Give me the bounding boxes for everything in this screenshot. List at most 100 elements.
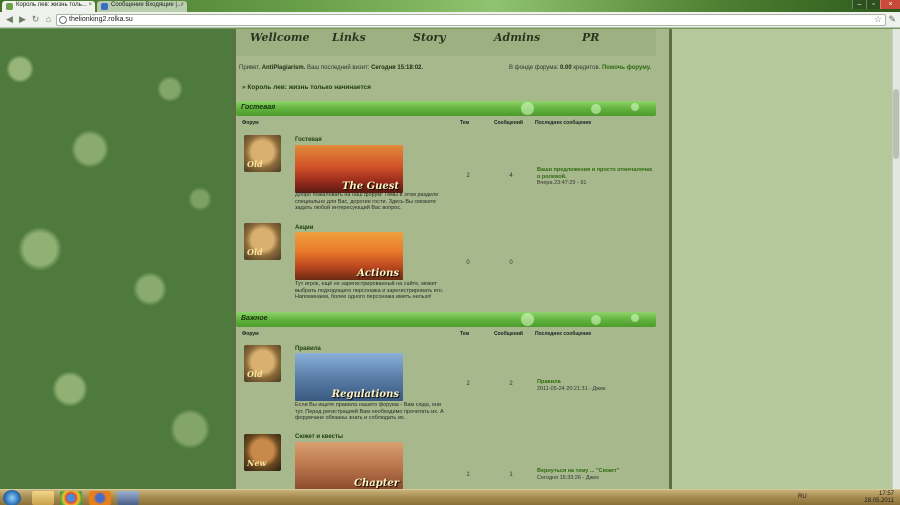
fund-label: В фонде форума: (509, 65, 559, 71)
decor-bubble (591, 315, 601, 325)
explorer-icon[interactable] (32, 491, 54, 505)
forum-row: Old Правила Regulations Если Вы ищете пр… (236, 340, 656, 430)
firefox-icon[interactable] (89, 491, 111, 505)
forum-status-icon: Old (244, 135, 281, 172)
wrench-icon[interactable]: ✎ (888, 14, 896, 25)
maximize-icon[interactable]: ▫ (866, 0, 880, 9)
decor-bubble (521, 313, 534, 326)
col-posts: Сообщений (494, 331, 523, 337)
posts-count: 0 (509, 260, 513, 266)
breadcrumb[interactable]: » Король лев: жизнь только начинается (242, 84, 371, 91)
address-bar[interactable]: thelionking2.rolka.su (56, 14, 886, 26)
forum-title-link[interactable]: Правила (295, 346, 321, 352)
last-post: Правила 2011-05-24 20:21:31 - Джек (537, 379, 655, 392)
forum-container: Wellcome Links Story Admins PR Привет, A… (233, 29, 672, 489)
site-menu: Wellcome Links Story Admins PR (236, 29, 656, 56)
decor-bubble (591, 104, 601, 114)
forum-description: Тут игрок, ещё не зарегистрированный на … (295, 281, 444, 300)
decor-bubble (631, 314, 639, 322)
page-viewport: Wellcome Links Story Admins PR Привет, A… (0, 29, 900, 489)
status-label: Old (247, 369, 263, 379)
forum-banner-image[interactable]: Chapter (295, 442, 403, 489)
minimize-icon[interactable]: – (852, 0, 866, 9)
forum-row: Old Гостевая The Guest Добро пожаловать … (236, 129, 656, 219)
menu-item-welcome[interactable]: Wellcome (250, 31, 310, 44)
topics-count: 0 (466, 260, 470, 266)
background-pattern (0, 29, 233, 489)
close-tab-icon[interactable]: × (88, 2, 92, 8)
forum-banner-image[interactable]: The Guest (295, 145, 403, 193)
last-visit-label: Ваш последний визит: (307, 65, 370, 71)
system-clock[interactable]: 17:57 28.05.2011 (864, 491, 894, 505)
decor-bubble (521, 102, 534, 115)
forward-icon[interactable]: ▶ (17, 14, 28, 25)
posts-count: 2 (509, 381, 513, 387)
forum-title-link[interactable]: Гостевая (295, 137, 322, 143)
forum-description: Добро пожаловать на наш форум! Темы в эт… (295, 192, 439, 211)
last-post-meta: Вчера 23:47:29 - 91 (537, 180, 587, 186)
home-icon[interactable]: ⌂ (43, 14, 54, 25)
tab-active[interactable]: Король лев: жизнь толь... × (2, 1, 95, 12)
section-header: Гостевая (236, 101, 656, 116)
menu-item-story[interactable]: Story (413, 31, 446, 44)
os-taskbar: RU 17:57 28.05.2011 (0, 489, 900, 505)
tab-label: Король лев: жизнь толь... (16, 2, 87, 8)
last-post-meta: Сегодня 15:33:26 - Джек (537, 474, 599, 481)
col-posts: Сообщений (494, 120, 523, 126)
close-window-icon[interactable]: × (880, 0, 900, 9)
chrome-icon[interactable] (60, 491, 82, 505)
last-post-link[interactable]: Ваши предложения и просто отмечалочка о … (537, 167, 652, 180)
last-post-link[interactable]: Вернуться на тему ... "Сюжет" (537, 468, 619, 474)
column-headers: Форум Тем Сообщений Последнее сообщение (236, 327, 656, 340)
tab-inactive[interactable]: Сообщение Входящие |... × (97, 1, 187, 12)
browser-tab-bar: Король лев: жизнь толь... × Сообщение Вх… (0, 0, 900, 12)
menu-item-links[interactable]: Links (332, 31, 366, 44)
scrollbar-thumb[interactable] (893, 89, 899, 159)
bookmark-star-icon[interactable]: ☆ (874, 14, 882, 25)
forum-title-link[interactable]: Сюжет и квесты (295, 434, 343, 440)
favicon-icon (6, 3, 13, 10)
col-last: Последнее сообщение (535, 120, 592, 126)
menu-item-pr[interactable]: PR (582, 31, 599, 44)
forum-status-icon: New (244, 434, 281, 471)
username-link[interactable]: AntiPlagiarism. (262, 65, 306, 71)
col-topics: Тем (460, 331, 470, 337)
col-topics: Тем (460, 120, 470, 126)
clock-time: 17:57 (878, 491, 894, 497)
section-header: Важное (236, 312, 656, 327)
forum-status-icon: Old (244, 223, 281, 260)
banner-text: The Guest (342, 181, 399, 192)
browser-toolbar: ◀ ▶ ↻ ⌂ thelionking2.rolka.su ☆ ✎ (0, 12, 900, 28)
forum-section: Гостевая Форум Тем Сообщений Последнее с… (236, 101, 656, 315)
forum-banner-image[interactable]: Actions (295, 232, 403, 280)
posts-count: 4 (509, 173, 513, 179)
forum-title-link[interactable]: Акции (295, 225, 313, 231)
favicon-icon (101, 3, 108, 10)
media-player-icon[interactable] (117, 491, 139, 505)
last-post-link[interactable]: Правила (537, 379, 561, 385)
start-button[interactable] (3, 490, 21, 505)
forum-banner-image[interactable]: Regulations (295, 353, 403, 401)
help-forum-link[interactable]: Помочь форуму. (602, 65, 651, 71)
url-text: thelionking2.rolka.su (69, 16, 133, 23)
page-scrollbar[interactable] (892, 29, 900, 489)
col-last: Последнее сообщение (535, 331, 592, 337)
back-icon[interactable]: ◀ (4, 14, 15, 25)
forum-description: Если Вы ищете правила нашего форума - Ва… (295, 402, 444, 421)
forum-row: New Сюжет и квесты Chapter 1 1 Вернуться… (236, 430, 656, 489)
status-label: Old (247, 159, 263, 169)
language-indicator[interactable]: RU (798, 494, 807, 500)
banner-text: Actions (357, 268, 399, 279)
reload-icon[interactable]: ↻ (30, 14, 41, 25)
banner-text: Chapter (354, 478, 399, 489)
close-tab-icon[interactable]: × (180, 2, 184, 8)
last-post: Вернуться на тему ... "Сюжет" Сегодня 15… (537, 468, 655, 481)
last-visit-value: Сегодня 15:18:02. (371, 65, 424, 71)
forum-section: Важное Форум Тем Сообщений Последнее соо… (236, 312, 656, 489)
tab-label: Сообщение Входящие |... (111, 2, 182, 8)
menu-item-admins[interactable]: Admins (494, 31, 540, 44)
col-forum: Форум (242, 120, 259, 126)
topics-count: 2 (466, 173, 470, 179)
globe-icon (59, 16, 67, 24)
fund-value: 0.00 (560, 65, 572, 71)
